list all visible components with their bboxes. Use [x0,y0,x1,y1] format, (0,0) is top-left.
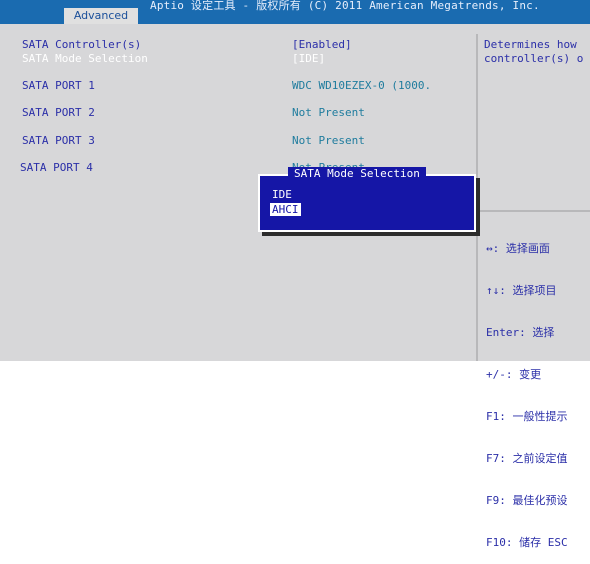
help-line-1: Determines how [484,38,577,51]
setting-label-sata-port-4[interactable]: SATA PORT 4 [20,161,93,174]
app-title: Aptio 设定工具 - 版权所有 (C) 2011 American Mega… [150,0,540,12]
key-hint-f10: F10: 储存 ESC [486,536,568,549]
setting-value-sata-port-3: Not Present [292,134,365,147]
dialog-option-ide[interactable]: IDE [272,188,292,201]
key-hint-f9: F9: 最佳化预设 [486,494,568,507]
setting-value-sata-controllers[interactable]: [Enabled] [292,38,352,51]
dialog-title: SATA Mode Selection [288,167,426,180]
setting-label-sata-port-1[interactable]: SATA PORT 1 [22,79,95,92]
sata-mode-dialog: SATA Mode Selection IDE AHCI [258,167,476,232]
title-bar: Aptio 设定工具 - 版权所有 (C) 2011 American Mega… [0,0,590,24]
key-hint-enter: Enter: 选择 [486,326,555,339]
key-hint-select-item: ↑↓: 选择项目 [486,284,557,297]
key-hint-f7: F7: 之前设定值 [486,452,568,465]
key-hint-change: +/-: 变更 [486,368,542,381]
setting-value-sata-port-1: WDC WD10EZEX-0 (1000. [292,79,432,92]
key-hint-f1: F1: 一般性提示 [486,410,568,423]
help-divider [478,210,590,212]
key-hint-select-screen: ↔: 选择画面 [486,242,550,255]
setting-value-sata-mode-selection[interactable]: [IDE] [292,52,325,65]
setting-label-sata-controllers[interactable]: SATA Controller(s) [22,38,141,51]
setting-value-sata-port-2: Not Present [292,106,365,119]
setting-label-sata-port-2[interactable]: SATA PORT 2 [22,106,95,119]
setting-label-sata-mode-selection[interactable]: SATA Mode Selection [22,52,148,65]
help-line-2: controller(s) o [484,52,584,65]
setting-label-sata-port-3[interactable]: SATA PORT 3 [22,134,95,147]
dialog-option-ahci[interactable]: AHCI [270,203,301,216]
tab-advanced[interactable]: Advanced [64,8,138,24]
key-hints: ↔: 选择画面 ↑↓: 选择项目 Enter: 选择 +/-: 变更 F1: 一… [486,214,568,564]
